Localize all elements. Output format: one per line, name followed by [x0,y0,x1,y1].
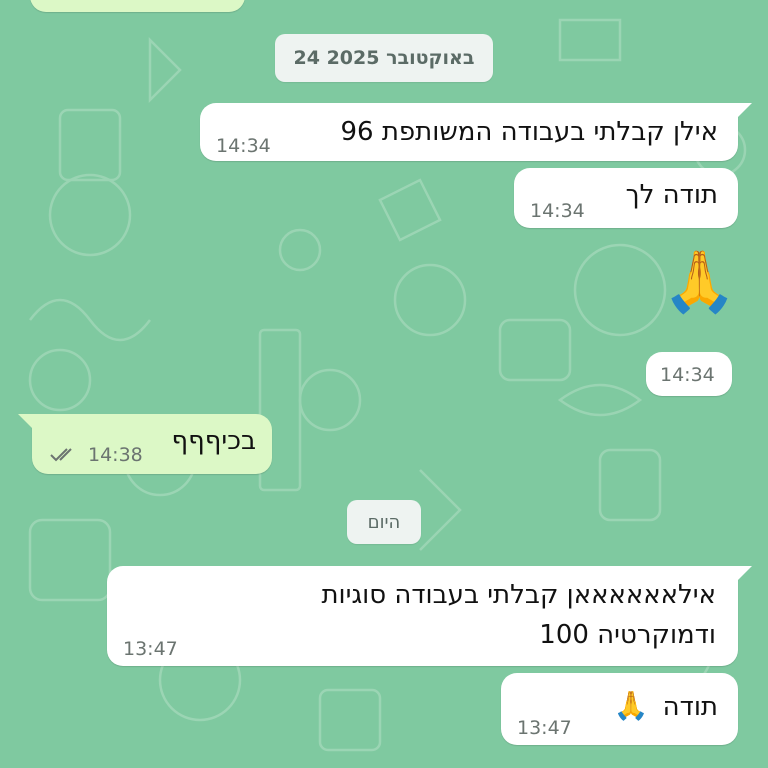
double-check-read-icon [50,448,72,462]
bubble-tail [18,414,32,428]
message-text-line1: אילאאאאאאן קבלתי בעבודה סוגיות [321,580,716,610]
incoming-message[interactable]: אילן קבלתי בעבודה המשותפת 96 14:34 [200,103,738,161]
bubble-tail [738,566,752,580]
incoming-message[interactable]: תודה 🙏 13:47 [501,673,738,745]
message-time: 14:34 [216,135,271,157]
message-text-line2: ודמוקרטיה 100 [539,620,716,650]
message-text: תודה לך [625,180,718,210]
chat-area: 24 באוקטובר 2025 אילן קבלתי בעבודה המשות… [0,0,768,768]
date-separator-label: היום [367,511,401,533]
message-time: 13:47 [517,717,572,739]
outgoing-message[interactable]: בכיףףף 14:38 [32,414,272,474]
prayer-emoji-icon: 🙏 [613,689,649,722]
message-text-body: תודה [662,692,718,722]
incoming-message[interactable]: אילאאאאאאן קבלתי בעבודה סוגיות ודמוקרטיה… [107,566,738,666]
date-separator: 24 באוקטובר 2025 [275,34,493,82]
date-separator-today: היום [347,500,421,544]
message-time: 14:34 [660,364,715,386]
incoming-message-time-pill[interactable]: 14:34 [646,352,732,396]
message-time: 13:47 [123,638,178,660]
bubble-tail [738,103,752,117]
prayer-emoji-icon: 🙏 [662,247,737,317]
message-time: 14:38 [88,444,143,466]
date-separator-label: 24 באוקטובר 2025 [293,47,475,69]
message-text: בכיףףף [171,426,257,456]
message-time: 14:34 [530,200,585,222]
message-text: תודה 🙏 [614,687,719,726]
message-text: אילן קבלתי בעבודה המשותפת 96 [340,117,718,147]
partial-message-bubble[interactable] [30,0,245,12]
incoming-message[interactable]: תודה לך 14:34 [514,168,738,228]
